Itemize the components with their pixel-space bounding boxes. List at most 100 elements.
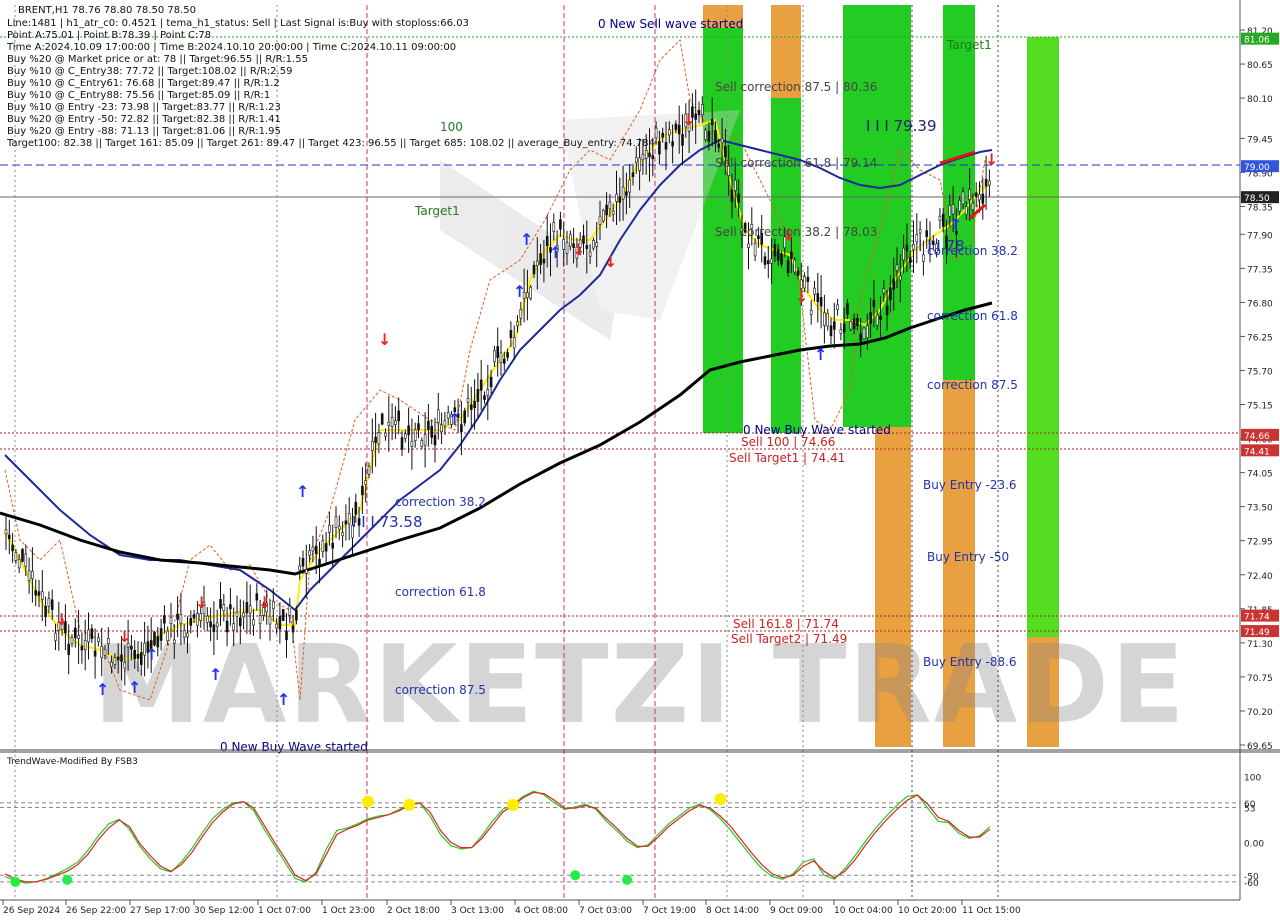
candle-body (324, 543, 328, 552)
candle-body (809, 310, 813, 315)
candle-body (229, 604, 232, 610)
candle-body (232, 623, 235, 631)
candle-body (710, 118, 714, 126)
candle-body (601, 210, 605, 222)
candle-body (832, 321, 836, 330)
candle-body (641, 153, 645, 161)
candle-body (951, 204, 955, 215)
candle-body (793, 259, 797, 273)
candle-body (166, 630, 169, 642)
time-axis-label: 7 Oct 19:00 (643, 906, 696, 916)
candle-body (423, 434, 427, 446)
sell-arrow: ↓ (572, 240, 585, 259)
candle-body (298, 565, 302, 571)
price-tag-label: 78.50 (1244, 194, 1270, 204)
candle-body (852, 318, 856, 330)
candle-body (334, 516, 338, 528)
candle-body (8, 534, 11, 540)
buy-arrow: ↑ (549, 243, 562, 262)
candle-body (912, 244, 915, 250)
price-tick-label: 79.45 (1247, 135, 1273, 145)
buy-arrow: ↑ (814, 345, 827, 364)
candle-body (611, 210, 615, 215)
indicator-tick-label: 53 (1244, 805, 1255, 815)
candle-body (634, 157, 638, 163)
candle-body (271, 600, 275, 610)
candle-body (420, 440, 424, 447)
candle-body (44, 605, 47, 618)
candle-body (773, 244, 777, 257)
candle-body (235, 611, 239, 617)
buy-arrow: ↑ (128, 678, 141, 697)
candle-body (136, 653, 140, 659)
candle-body (436, 409, 440, 424)
candle-body (163, 615, 166, 624)
candle-body (829, 325, 833, 337)
candle-body (780, 253, 783, 265)
candle-body (737, 193, 740, 203)
info-line: Buy %10 @ C_Entry88: 75.56 || Target:85.… (7, 90, 270, 101)
price-tick-label: 75.15 (1247, 402, 1273, 412)
candle-body (469, 404, 473, 410)
candle-body (384, 432, 387, 437)
candle-body (169, 617, 173, 624)
candle-body (552, 222, 556, 232)
candle-body (806, 276, 810, 282)
candle-body (918, 229, 922, 234)
candle-body (483, 395, 486, 400)
candle-body (598, 215, 602, 225)
candle-body (542, 258, 546, 264)
buy-arrow: ↑ (145, 645, 158, 664)
sell-correction-875-label: Sell correction 87.5 | 80.36 (715, 80, 877, 94)
indicator-green-dot (622, 874, 633, 885)
candle-body (268, 615, 272, 625)
candle-body (173, 639, 176, 644)
candle-body (14, 552, 18, 561)
candle-body (905, 244, 909, 252)
candle-body (285, 630, 288, 641)
indicator-yellow-dot (403, 798, 416, 811)
candle-body (846, 303, 849, 315)
candle-body (215, 622, 219, 628)
candle-body (466, 398, 470, 403)
candle-body (50, 599, 54, 610)
candle-body (314, 545, 318, 555)
candle-body (704, 129, 707, 140)
candle-body (869, 312, 872, 324)
price-tag-label: 81.06 (1244, 36, 1270, 46)
candle-body (519, 308, 523, 319)
time-axis-label: 10 Oct 20:00 (898, 906, 957, 916)
price-tick-label: 77.35 (1247, 265, 1273, 275)
candle-body (766, 260, 770, 265)
low-7358-label: I I I 73.58 (352, 513, 423, 531)
candle-body (463, 410, 467, 424)
candle-body (875, 314, 879, 326)
candle-body (865, 325, 869, 338)
candle-body (74, 627, 77, 639)
candle-body (532, 264, 536, 275)
candle-body (539, 253, 542, 265)
price-tag-label: 74.41 (1244, 447, 1270, 457)
candle-body (252, 619, 255, 626)
candle-body (516, 321, 519, 327)
candle-body (374, 436, 377, 443)
candle-body (427, 420, 430, 430)
sell-target2-label: Sell Target2 | 71.49 (731, 632, 847, 646)
price-tick-label: 72.95 (1247, 538, 1273, 548)
candle-body (123, 662, 127, 669)
candle-body (981, 193, 985, 204)
correction-618-left-label: correction 61.8 (395, 585, 486, 599)
candle-body (83, 640, 87, 650)
candle-body (93, 650, 97, 657)
candle-body (225, 620, 229, 633)
candle-body (430, 425, 434, 438)
candle-body (502, 358, 506, 364)
candle-body (37, 591, 41, 596)
info-line: Target100: 82.38 || Target 161: 85.09 ||… (6, 138, 655, 149)
buy-arrow: ↑ (209, 665, 222, 684)
indicator-green-dot (570, 870, 581, 881)
candle-body (625, 191, 628, 196)
candle-body (206, 615, 209, 623)
candle-body (258, 615, 262, 625)
candle-body (753, 243, 757, 257)
